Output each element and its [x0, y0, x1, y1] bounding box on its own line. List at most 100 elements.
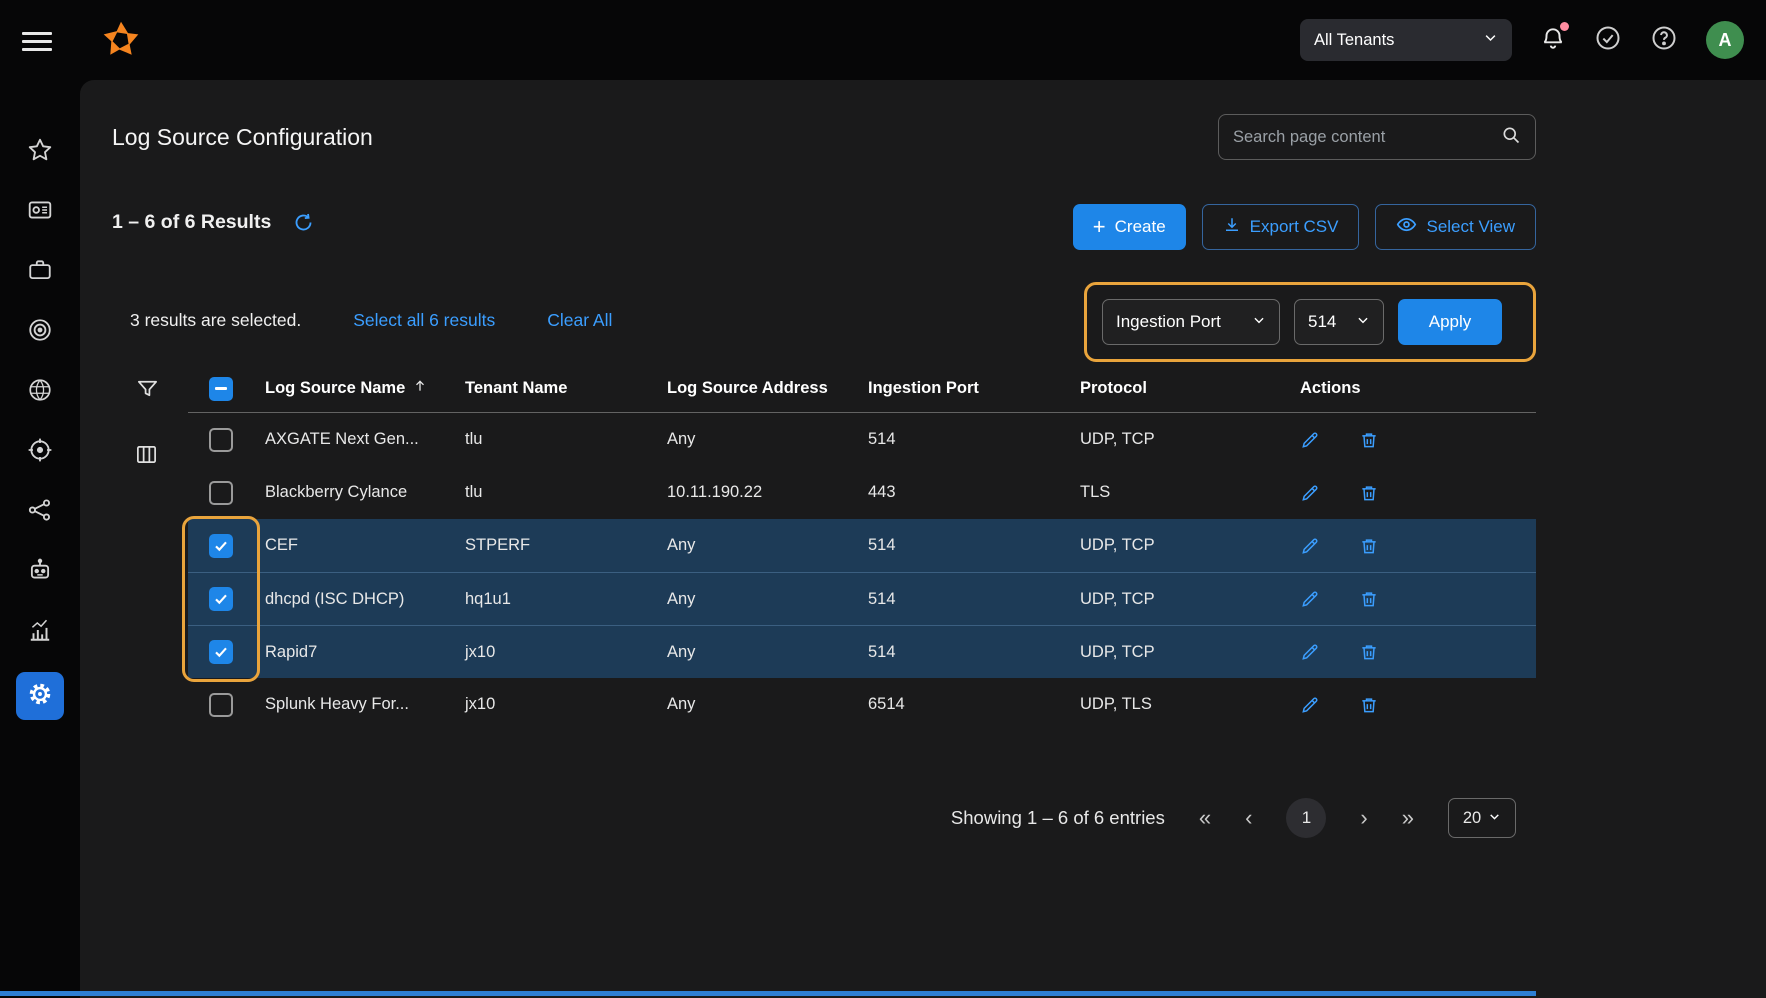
delete-icon[interactable]: [1359, 483, 1379, 503]
column-header-actions: Actions: [1285, 379, 1536, 398]
table-row[interactable]: Rapid7 jx10 Any 514 UDP, TCP: [188, 625, 1536, 678]
next-page-button[interactable]: ›: [1360, 807, 1367, 829]
star-icon: [27, 137, 53, 168]
row-checkbox[interactable]: [209, 587, 233, 611]
row-checkbox[interactable]: [209, 640, 233, 664]
disc-icon: [27, 317, 53, 348]
table-row[interactable]: dhcpd (ISC DHCP) hq1u1 Any 514 UDP, TCP: [188, 572, 1536, 625]
clear-all-link[interactable]: Clear All: [547, 310, 612, 331]
sidebar-item-settings[interactable]: [16, 672, 64, 720]
previous-page-button[interactable]: ‹: [1245, 807, 1252, 829]
tasks-button[interactable]: [1594, 24, 1622, 57]
table-row[interactable]: CEF STPERF Any 514 UDP, TCP: [188, 519, 1536, 572]
sidebar-item-integrations[interactable]: [16, 492, 64, 532]
brand-logo: [98, 16, 144, 67]
row-checkbox[interactable]: [209, 534, 233, 558]
search-icon[interactable]: [1501, 125, 1521, 150]
select-view-button[interactable]: Select View: [1375, 204, 1536, 250]
delete-icon[interactable]: [1359, 642, 1379, 662]
sidebar-item-global[interactable]: [16, 372, 64, 412]
filter-button[interactable]: [136, 377, 159, 405]
page-size-dropdown[interactable]: 20: [1448, 798, 1516, 838]
card-icon: [27, 197, 53, 228]
edit-icon[interactable]: [1300, 536, 1320, 556]
edit-icon[interactable]: [1300, 589, 1320, 609]
cell-ingestion-port: 514: [868, 643, 1080, 662]
cell-ingestion-port: 514: [868, 430, 1080, 449]
sidebar-item-portfolio[interactable]: [16, 252, 64, 292]
page-search: [1218, 114, 1536, 160]
columns-button[interactable]: [135, 443, 158, 471]
cell-protocol: TLS: [1080, 483, 1285, 502]
download-icon: [1223, 216, 1241, 239]
chevron-down-icon: [1356, 312, 1370, 332]
bulk-value-dropdown[interactable]: 514: [1294, 299, 1384, 345]
table-row[interactable]: Splunk Heavy For... jx10 Any 6514 UDP, T…: [188, 678, 1536, 731]
edit-icon[interactable]: [1300, 695, 1320, 715]
select-all-checkbox[interactable]: [209, 377, 233, 401]
edit-icon[interactable]: [1300, 430, 1320, 450]
delete-icon[interactable]: [1359, 430, 1379, 450]
column-header-ingestion-port[interactable]: Ingestion Port: [868, 379, 1080, 398]
cell-tenant-name: hq1u1: [465, 590, 667, 609]
column-header-log-source-address[interactable]: Log Source Address: [667, 379, 868, 398]
select-all-link[interactable]: Select all 6 results: [353, 310, 495, 331]
table-row[interactable]: Blackberry Cylance tlu 10.11.190.22 443 …: [188, 466, 1536, 519]
selection-status: 3 results are selected.: [130, 310, 301, 331]
export-csv-button[interactable]: Export CSV: [1202, 204, 1360, 250]
delete-icon[interactable]: [1359, 695, 1379, 715]
selection-bar: 3 results are selected. Select all 6 res…: [130, 310, 612, 331]
last-page-button[interactable]: »: [1402, 807, 1414, 829]
filter-icon: [136, 387, 159, 404]
sidebar-item-credentials[interactable]: [16, 192, 64, 232]
help-button[interactable]: [1650, 24, 1678, 57]
edit-icon[interactable]: [1300, 483, 1320, 503]
row-checkbox[interactable]: [209, 481, 233, 505]
delete-icon[interactable]: [1359, 589, 1379, 609]
first-page-button[interactable]: «: [1199, 807, 1211, 829]
cell-ingestion-port: 514: [868, 590, 1080, 609]
gear-icon: [27, 681, 53, 712]
target-icon: [27, 437, 53, 468]
cell-log-source-name: Rapid7: [265, 643, 465, 662]
bulk-edit-highlight: Ingestion Port 514 Apply: [1084, 282, 1536, 362]
current-page-button[interactable]: 1: [1286, 798, 1326, 838]
cell-protocol: UDP, TCP: [1080, 536, 1285, 555]
pagination-summary: Showing 1 – 6 of 6 entries: [951, 807, 1165, 829]
create-button[interactable]: + Create: [1073, 204, 1186, 250]
bulk-field-dropdown[interactable]: Ingestion Port: [1102, 299, 1280, 345]
row-checkbox[interactable]: [209, 693, 233, 717]
column-header-log-source-name[interactable]: Log Source Name: [265, 378, 465, 399]
results-summary: 1 – 6 of 6 Results: [112, 211, 271, 234]
network-icon: [27, 497, 53, 528]
row-checkbox[interactable]: [209, 428, 233, 452]
plus-icon: +: [1093, 216, 1106, 238]
pagination: Showing 1 – 6 of 6 entries « ‹ 1 › » 20: [951, 798, 1516, 838]
cell-log-source-name: dhcpd (ISC DHCP): [265, 590, 465, 609]
refresh-button[interactable]: [293, 212, 314, 233]
chevron-down-icon: [1252, 312, 1266, 332]
column-header-tenant-name[interactable]: Tenant Name: [465, 379, 667, 398]
column-header-protocol[interactable]: Protocol: [1080, 379, 1285, 398]
edit-icon[interactable]: [1300, 642, 1320, 662]
sidebar-item-targets[interactable]: [16, 432, 64, 472]
tenant-selector[interactable]: All Tenants: [1300, 19, 1512, 61]
apply-button[interactable]: Apply: [1398, 299, 1502, 345]
horizontal-scrollbar[interactable]: [0, 991, 1536, 996]
user-avatar[interactable]: A: [1706, 21, 1744, 59]
sidebar-item-reports[interactable]: [16, 612, 64, 652]
hamburger-menu-icon[interactable]: [22, 27, 52, 56]
help-icon: [1650, 24, 1678, 57]
export-csv-label: Export CSV: [1250, 217, 1339, 237]
chevron-down-icon: [1483, 30, 1498, 50]
search-input[interactable]: [1233, 128, 1491, 147]
delete-icon[interactable]: [1359, 536, 1379, 556]
notifications-button[interactable]: [1540, 25, 1566, 56]
page-size-label: 20: [1463, 809, 1481, 828]
topbar-actions: All Tenants A: [1300, 0, 1744, 80]
sidebar-item-favorites[interactable]: [16, 132, 64, 172]
check-circle-icon: [1594, 24, 1622, 57]
sidebar-item-detection[interactable]: [16, 312, 64, 352]
sidebar-item-automation[interactable]: [16, 552, 64, 592]
table-row[interactable]: AXGATE Next Gen... tlu Any 514 UDP, TCP: [188, 413, 1536, 466]
